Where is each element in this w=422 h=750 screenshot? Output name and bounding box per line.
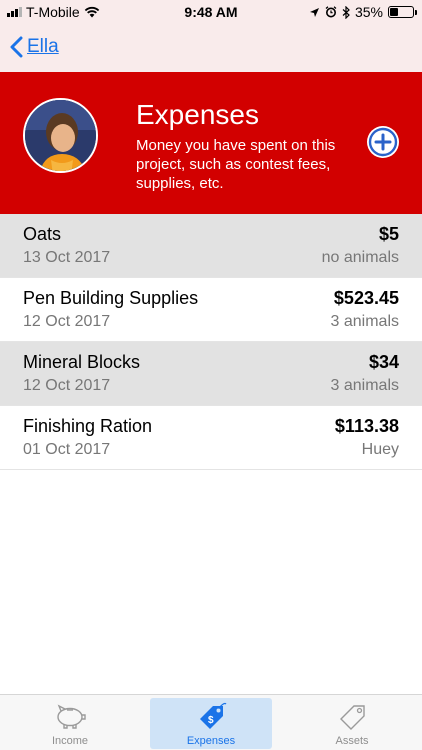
tab-expenses[interactable]: $ Expenses [143, 695, 279, 750]
tab-label: Income [51, 735, 89, 747]
navigation-bar: Ella [0, 26, 422, 72]
expense-date: 12 Oct 2017 [23, 313, 111, 330]
tab-label: Assets [335, 735, 369, 747]
expenses-header: Expenses Money you have spent on this pr… [0, 72, 422, 214]
expense-name: Pen Building Supplies [23, 288, 199, 308]
expense-amount: $523.45 [333, 288, 399, 308]
page-title: Expenses [136, 99, 259, 130]
battery-level [390, 8, 398, 16]
add-expense-button[interactable] [367, 126, 399, 158]
expense-amount: $113.38 [334, 416, 399, 436]
page-description: Money you have spent on this project, su… [136, 137, 336, 192]
bluetooth-icon [342, 5, 350, 19]
expense-date: 01 Oct 2017 [23, 441, 111, 458]
expense-amount: $34 [368, 352, 399, 372]
expense-date: 12 Oct 2017 [23, 377, 111, 394]
avatar-image [25, 100, 96, 171]
expense-row[interactable]: Pen Building Supplies 12 Oct 2017 $523.4… [0, 278, 422, 342]
expense-list: Oats 13 Oct 2017 $5 no animals Pen Build… [0, 214, 422, 470]
expense-name: Finishing Ration [23, 416, 153, 436]
expense-animals: no animals [321, 249, 399, 266]
location-arrow-icon [309, 7, 319, 17]
alarm-clock-icon [325, 6, 337, 18]
expense-animals: 3 animals [330, 313, 399, 330]
tag-icon [340, 705, 365, 730]
battery-tip [415, 10, 417, 15]
status-bar: T-Mobile 9:48 AM 35% [0, 0, 422, 26]
price-tag-dollar-icon: $ [200, 702, 227, 729]
svg-text:$: $ [208, 715, 214, 726]
expense-row[interactable]: Finishing Ration 01 Oct 2017 $113.38 Hue… [0, 406, 422, 470]
expense-animals: Huey [361, 441, 399, 458]
tab-label: Expenses [186, 735, 236, 747]
tab-assets[interactable]: Assets [284, 695, 420, 750]
expense-animals: 3 animals [330, 377, 399, 394]
expense-row[interactable]: Mineral Blocks 12 Oct 2017 $34 3 animals [0, 342, 422, 406]
status-right: 35% [309, 4, 417, 20]
expense-name: Mineral Blocks [23, 352, 141, 372]
chevron-left-icon [10, 36, 23, 58]
tab-income[interactable]: Income [2, 695, 138, 750]
tab-bar: Income $ Expenses Assets [0, 694, 422, 750]
avatar [23, 98, 98, 173]
expense-amount: $5 [378, 224, 399, 244]
battery-icon [388, 6, 417, 18]
battery-percent: 35% [354, 4, 383, 20]
back-label: Ella [27, 36, 59, 57]
piggy-bank-icon [57, 704, 86, 729]
expense-name: Oats [23, 224, 62, 244]
plus-circle-icon [368, 127, 398, 157]
back-button[interactable]: Ella [10, 36, 59, 58]
expense-row[interactable]: Oats 13 Oct 2017 $5 no animals [0, 214, 422, 278]
expense-date: 13 Oct 2017 [23, 249, 111, 266]
